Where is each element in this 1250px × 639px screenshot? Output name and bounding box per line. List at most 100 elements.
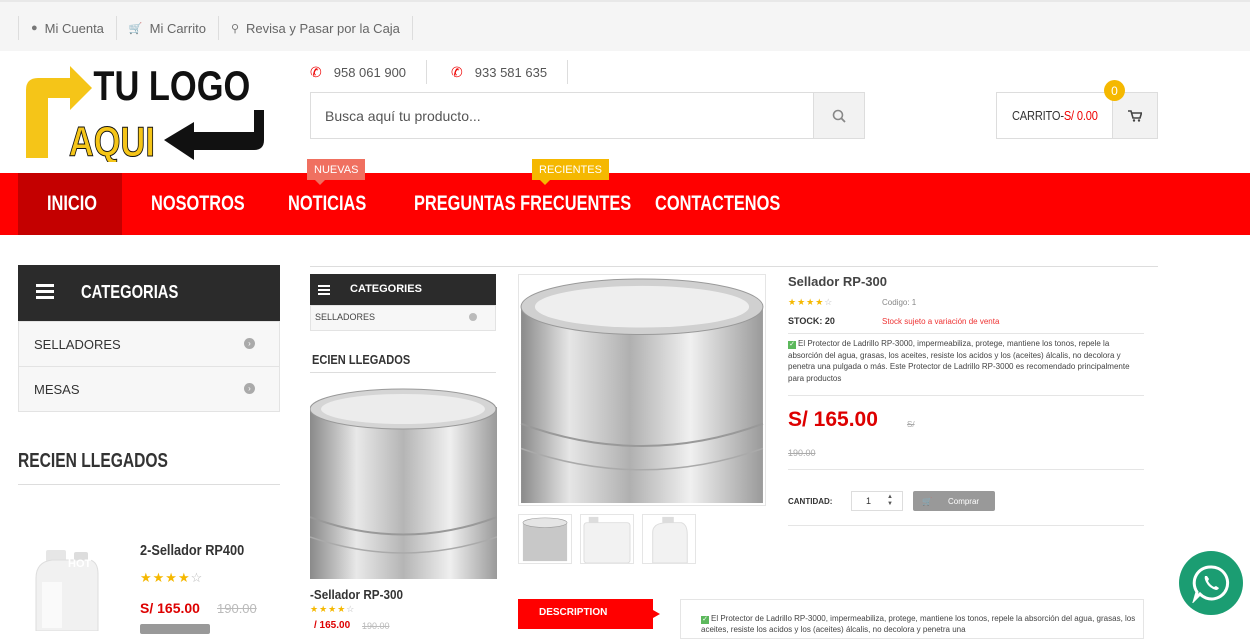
whatsapp-button[interactable] bbox=[1179, 551, 1243, 615]
recent-title: RECIEN LLEGADOS bbox=[18, 450, 168, 472]
buy-label: Comprar bbox=[947, 496, 980, 506]
my-account-label: Mi Cuenta bbox=[44, 20, 104, 36]
divider bbox=[788, 333, 1144, 334]
cart-amount: S/ 0.00 bbox=[1063, 108, 1098, 123]
phone-2-number: 933 581 635 bbox=[474, 64, 548, 80]
categories-header: CATEGORIAS bbox=[18, 265, 280, 321]
header-cart[interactable]: CARRITO-S/ 0.00 0 bbox=[996, 80, 1158, 139]
rating-stars: ★★★★☆ bbox=[788, 297, 834, 307]
thumbnail-jug-2[interactable] bbox=[642, 514, 696, 564]
my-cart-label: Mi Carrito bbox=[149, 20, 206, 36]
search-icon bbox=[832, 109, 846, 123]
phone-icon: ✆ bbox=[451, 63, 463, 80]
cart-label: CARRITO- bbox=[1012, 108, 1064, 123]
chevron-right-icon: › bbox=[244, 383, 255, 394]
stepper-arrows-icon[interactable]: ▲ ▼ bbox=[887, 494, 893, 508]
search-input[interactable] bbox=[311, 93, 814, 138]
product-price: S/ 165.00 bbox=[788, 408, 878, 431]
check-icon: ✓ bbox=[788, 341, 796, 349]
phone-2[interactable]: ✆ 933 581 635 bbox=[451, 60, 569, 84]
divider bbox=[310, 372, 496, 373]
checkout-label: Revisa y Pasar por la Caja bbox=[246, 20, 400, 36]
phone-1-number: 958 061 900 bbox=[333, 64, 407, 80]
top-links: ● Mi Cuenta 🛒 Mi Carrito ⚲ Revisa y Pasa… bbox=[18, 16, 413, 40]
divider bbox=[788, 469, 1144, 470]
main-nav: INICIO NOSOTROS NOTICIAS PREGUNTAS FRECU… bbox=[0, 173, 1250, 235]
categories-title: CATEGORIAS bbox=[81, 282, 179, 302]
chevron-right-icon bbox=[469, 313, 477, 321]
nav-preguntas-frecuentes[interactable]: PREGUNTAS FRECUENTES bbox=[414, 173, 631, 235]
recent-title: ECIEN LLEGADOS bbox=[312, 352, 411, 367]
check-icon: ✓ bbox=[701, 616, 709, 624]
category-list: SELLADORES › MESAS › bbox=[18, 321, 280, 412]
menu-icon bbox=[318, 285, 330, 295]
stock-note: Stock sujeto a variación de venta bbox=[882, 317, 1000, 326]
logo-text-2: AQUI bbox=[69, 119, 155, 162]
nav-contactenos[interactable]: CONTACTENOS bbox=[655, 173, 780, 235]
category-label: SELLADORES bbox=[34, 336, 121, 352]
main-product-image[interactable] bbox=[518, 274, 766, 506]
nav-nosotros[interactable]: NOSOTROS bbox=[151, 173, 245, 235]
rating-stars: ★★★★☆ bbox=[140, 570, 204, 585]
product-old-price: 190.00 bbox=[362, 621, 390, 631]
search-button[interactable] bbox=[813, 93, 864, 138]
divider bbox=[18, 484, 280, 485]
cart-text: CARRITO-S/ 0.00 bbox=[1012, 108, 1098, 123]
phone-icon: ✆ bbox=[310, 63, 322, 80]
divider bbox=[788, 525, 1144, 526]
my-account-link[interactable]: ● Mi Cuenta bbox=[18, 16, 116, 40]
thumbnail-can[interactable] bbox=[518, 514, 572, 564]
product-stock: STOCK: 20 bbox=[788, 316, 835, 326]
rating-stars: ★★★★☆ bbox=[310, 604, 356, 614]
product-name[interactable]: -Sellador RP-300 bbox=[310, 587, 403, 602]
thumbnail-jug-1[interactable] bbox=[580, 514, 634, 564]
struck-currency: S/ bbox=[907, 420, 915, 429]
product-thumb-jug[interactable] bbox=[32, 548, 102, 631]
menu-icon bbox=[36, 284, 54, 300]
product-title: Sellador RP-300 bbox=[788, 274, 887, 289]
top-bar: ● Mi Cuenta 🛒 Mi Carrito ⚲ Revisa y Pasa… bbox=[0, 0, 1250, 51]
quantity-stepper[interactable]: 1 ▲ ▼ bbox=[851, 491, 903, 511]
product-price: / 165.00 bbox=[314, 620, 351, 631]
chevron-right-icon: › bbox=[244, 338, 255, 349]
product-image-can[interactable] bbox=[310, 387, 497, 579]
phone-1[interactable]: ✆ 958 061 900 bbox=[310, 60, 428, 84]
description-panel-text: El Protector de Ladrillo RP-3000, imperm… bbox=[701, 614, 1136, 634]
hot-badge: HOT bbox=[68, 558, 92, 570]
categories-title: CATEGORIES bbox=[350, 283, 422, 295]
product-old-price: 190.00 bbox=[217, 601, 257, 616]
category-item-selladores[interactable]: SELLADORES › bbox=[19, 321, 279, 366]
cart-icon bbox=[1128, 109, 1142, 122]
phone-list: ✆ 958 061 900 ✆ 933 581 635 bbox=[310, 60, 592, 84]
description-text: El Protector de Ladrillo RP-3000, imperm… bbox=[788, 339, 1130, 383]
cart-icon: 🛒 bbox=[922, 496, 932, 506]
checkout-link[interactable]: ⚲ Revisa y Pasar por la Caja bbox=[217, 16, 413, 40]
site-logo[interactable]: TU LOGO AQUI bbox=[18, 60, 270, 162]
cart-icon: 🛒 bbox=[128, 22, 143, 35]
description-panel: ✓ El Protector de Ladrillo RP-3000, imper… bbox=[680, 599, 1144, 639]
product-old-price: 190.00 bbox=[788, 448, 816, 458]
category-item-selladores[interactable]: SELLADORES bbox=[310, 305, 496, 331]
add-to-cart-button[interactable] bbox=[140, 624, 210, 634]
quantity-value: 1 bbox=[866, 496, 872, 506]
nav-noticias[interactable]: NOTICIAS bbox=[288, 173, 366, 235]
nav-tag-nuevas: NUEVAS bbox=[307, 159, 366, 185]
category-label: MESAS bbox=[34, 381, 80, 397]
key-icon: ⚲ bbox=[230, 22, 240, 35]
whatsapp-icon bbox=[1192, 565, 1230, 603]
search-bar bbox=[310, 92, 865, 139]
cart-count-badge: 0 bbox=[1104, 80, 1125, 101]
quantity-label: CANTIDAD: bbox=[788, 497, 833, 506]
tab-description[interactable]: DESCRIPTION bbox=[518, 599, 660, 629]
nav-inicio[interactable]: INICIO bbox=[47, 173, 97, 235]
divider bbox=[788, 395, 1144, 396]
category-item-mesas[interactable]: MESAS › bbox=[19, 366, 279, 411]
buy-button[interactable]: 🛒 Comprar bbox=[913, 491, 995, 511]
product-short-description: ✓ El Protector de Ladrillo RP-3000, imper… bbox=[788, 338, 1146, 384]
product-name[interactable]: 2-Sellador RP400 bbox=[140, 542, 244, 559]
product-code: Codigo: 1 bbox=[882, 298, 917, 307]
product-price: S/ 165.00 bbox=[140, 600, 200, 616]
category-label: SELLADORES bbox=[315, 312, 376, 322]
my-cart-link[interactable]: 🛒 Mi Carrito bbox=[115, 16, 218, 40]
categories-header-small: CATEGORIES bbox=[310, 274, 496, 305]
